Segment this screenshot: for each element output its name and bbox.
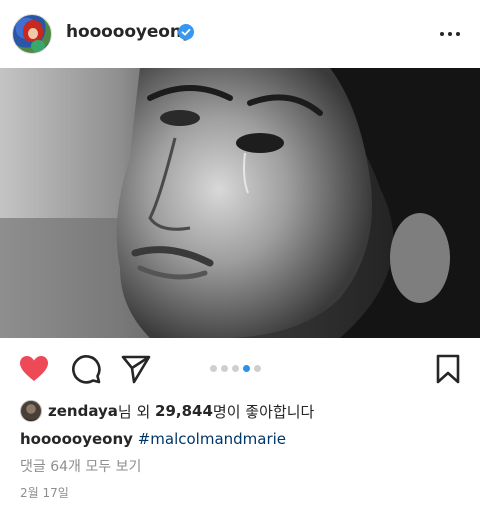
view-all-comments-link[interactable]: 댓글 64개 모두 보기: [20, 456, 141, 476]
profile-avatar[interactable]: [12, 14, 52, 54]
liker-username[interactable]: zendaya: [48, 402, 118, 420]
likes-summary[interactable]: zendaya 님 외 29,844 명이 좋아합니다: [20, 400, 314, 422]
carousel-dot: [232, 365, 239, 372]
heart-filled-icon[interactable]: [18, 353, 50, 385]
post-header: hoooooyeony: [0, 0, 480, 68]
portrait-image: [0, 68, 480, 338]
carousel-indicator: [210, 365, 261, 372]
carousel-dot-active: [243, 365, 250, 372]
post-caption: hoooooyeony #malcolmandmarie: [20, 430, 286, 448]
carousel-dot: [221, 365, 228, 372]
post-actions: [0, 338, 480, 400]
carousel-dot: [254, 365, 261, 372]
likes-suffix: 명이 좋아합니다: [212, 402, 315, 421]
verified-badge-icon: [178, 24, 194, 40]
more-options-icon[interactable]: [440, 30, 464, 38]
caption-username[interactable]: hoooooyeony: [20, 430, 133, 448]
send-icon[interactable]: [120, 353, 152, 385]
post-username[interactable]: hoooooyeony: [66, 22, 193, 42]
comment-icon[interactable]: [70, 353, 102, 385]
post-date: 2월 17일: [20, 486, 69, 500]
liker-avatar: [20, 400, 42, 422]
avatar-tail: [31, 40, 45, 52]
carousel-dot: [210, 365, 217, 372]
likes-connector: 님 외: [117, 402, 156, 421]
post-photo[interactable]: [0, 68, 480, 338]
avatar-face: [28, 28, 38, 39]
bookmark-icon[interactable]: [432, 353, 464, 385]
likes-count[interactable]: 29,844: [155, 402, 213, 420]
caption-hashtag[interactable]: #malcolmandmarie: [138, 430, 286, 448]
